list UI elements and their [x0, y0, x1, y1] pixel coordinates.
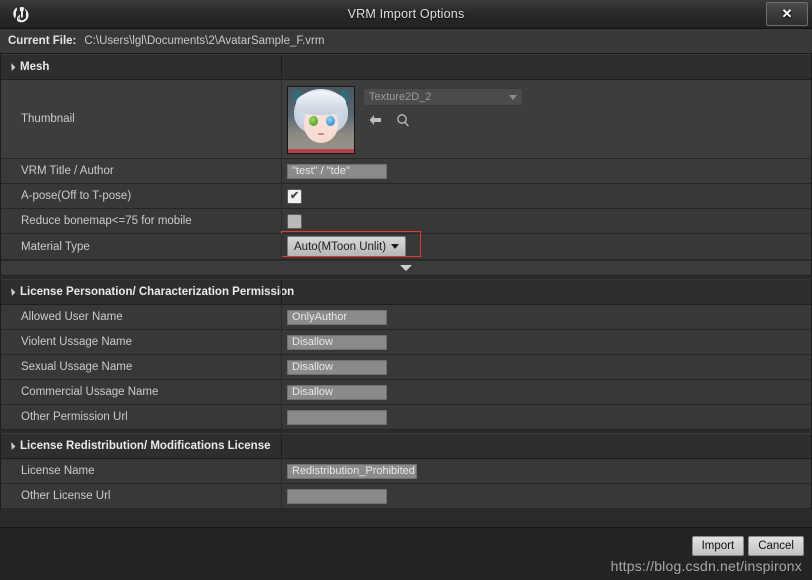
footer-buttons: Import Cancel — [691, 536, 804, 556]
chevron-down-icon — [391, 244, 400, 249]
import-button[interactable]: Import — [691, 536, 745, 556]
sexual-ussage-name-field[interactable]: Disallow — [287, 359, 387, 375]
current-file-path: C:\Users\lgl\Documents\2\AvatarSample_F.… — [84, 35, 325, 47]
section-license-permission-header[interactable]: License Personation/ Characterization Pe… — [1, 279, 811, 305]
row-label: License Name — [21, 465, 95, 477]
row-vrm-title-author-label: VRM Title / Author — [21, 165, 114, 177]
section-mesh-title: Mesh — [20, 61, 50, 73]
vrm-import-options-window: VRM Import Options ✕ Current File: C:\Us… — [0, 0, 812, 580]
row-reduce-bonemap-label: Reduce bonemap<=75 for mobile — [21, 215, 192, 227]
violent-ussage-name-field[interactable]: Disallow — [287, 334, 387, 350]
material-type-value: Auto(MToon Unlit) — [294, 240, 387, 253]
close-button[interactable]: ✕ — [766, 2, 808, 26]
back-arrow-icon[interactable] — [367, 112, 383, 128]
row-material-type: Material Type Auto(MToon Unlit) — [1, 231, 811, 260]
row-label: Commercial Ussage Name — [21, 386, 159, 398]
chevron-down-icon — [400, 265, 412, 271]
checkmark-icon: ✔ — [289, 189, 300, 202]
row-sexual-ussage-name: Sexual Ussage Name Disallow — [1, 355, 811, 380]
texture-asset-value: Texture2D_2 — [369, 91, 432, 103]
section-license-redistribution-header[interactable]: License Redistribution/ Modifications Li… — [1, 433, 811, 459]
row-commercial-ussage-name: Commercial Ussage Name Disallow — [1, 380, 811, 405]
footer-bar: Import Cancel https://blog.csdn.net/insp… — [0, 527, 812, 580]
collapse-triangle-icon — [7, 288, 16, 296]
current-file-bar: Current File: C:\Users\lgl\Documents\2\A… — [0, 29, 812, 54]
row-label: Other License Url — [21, 490, 111, 502]
title-bar: VRM Import Options ✕ — [0, 0, 812, 29]
collapse-triangle-icon — [7, 442, 16, 450]
row-violent-ussage-name: Violent Ussage Name Disallow — [1, 330, 811, 355]
unreal-engine-logo-icon — [0, 0, 42, 28]
row-material-type-label: Material Type — [21, 240, 90, 253]
expand-more-row[interactable] — [1, 260, 811, 276]
section-license-permission: License Personation/ Characterization Pe… — [0, 279, 812, 430]
section-mesh-header[interactable]: Mesh — [1, 54, 811, 80]
license-name-field[interactable]: Redistribution_Prohibited — [287, 463, 417, 479]
row-label: Other Permission Url — [21, 411, 128, 423]
row-allowed-user-name: Allowed User Name OnlyAuthor — [1, 305, 811, 330]
row-thumbnail: Thumbnail Texture2D_2 — [1, 80, 811, 159]
row-a-pose-label: A-pose(Off to T-pose) — [21, 190, 132, 202]
chevron-down-icon — [509, 94, 517, 100]
row-a-pose: A-pose(Off to T-pose) ✔ — [1, 184, 811, 209]
a-pose-checkbox[interactable]: ✔ — [287, 188, 302, 204]
section-license-redistribution: License Redistribution/ Modifications Li… — [0, 433, 812, 509]
vrm-title-author-field[interactable]: "test" / "tde" — [287, 163, 387, 179]
row-reduce-bonemap: Reduce bonemap<=75 for mobile — [1, 209, 811, 234]
thumbnail-preview[interactable] — [287, 86, 355, 154]
row-vrm-title-author: VRM Title / Author "test" / "tde" — [1, 159, 811, 184]
commercial-ussage-name-field[interactable]: Disallow — [287, 384, 387, 400]
texture-asset-picker[interactable]: Texture2D_2 — [363, 88, 523, 106]
section-mesh: Mesh Thumbnail Texture2D_2 VRM Title / A… — [0, 54, 812, 276]
material-type-dropdown[interactable]: Auto(MToon Unlit) — [287, 236, 407, 257]
section-license-redistribution-title: License Redistribution/ Modifications Li… — [20, 440, 271, 452]
row-other-license-url: Other License Url — [1, 484, 811, 509]
allowed-user-name-field[interactable]: OnlyAuthor — [287, 309, 387, 325]
row-license-name: License Name Redistribution_Prohibited — [1, 459, 811, 484]
row-other-permission-url: Other Permission Url — [1, 405, 811, 430]
search-icon[interactable] — [395, 112, 411, 128]
current-file-label: Current File: — [8, 35, 77, 47]
reduce-bonemap-checkbox[interactable] — [287, 213, 302, 229]
other-permission-url-field[interactable] — [287, 409, 387, 425]
collapse-triangle-icon — [7, 63, 16, 71]
row-label: Violent Ussage Name — [21, 336, 133, 348]
window-title: VRM Import Options — [347, 7, 465, 21]
section-license-permission-title: License Personation/ Characterization Pe… — [20, 286, 295, 298]
row-label: Sexual Ussage Name — [21, 361, 133, 373]
watermark-text: https://blog.csdn.net/inspironx — [610, 558, 802, 574]
cancel-button[interactable]: Cancel — [748, 536, 804, 556]
row-label: Allowed User Name — [21, 311, 123, 323]
row-thumbnail-label: Thumbnail — [21, 113, 75, 125]
options-body: Mesh Thumbnail Texture2D_2 VRM Title / A… — [0, 54, 812, 527]
other-license-url-field[interactable] — [287, 488, 387, 504]
